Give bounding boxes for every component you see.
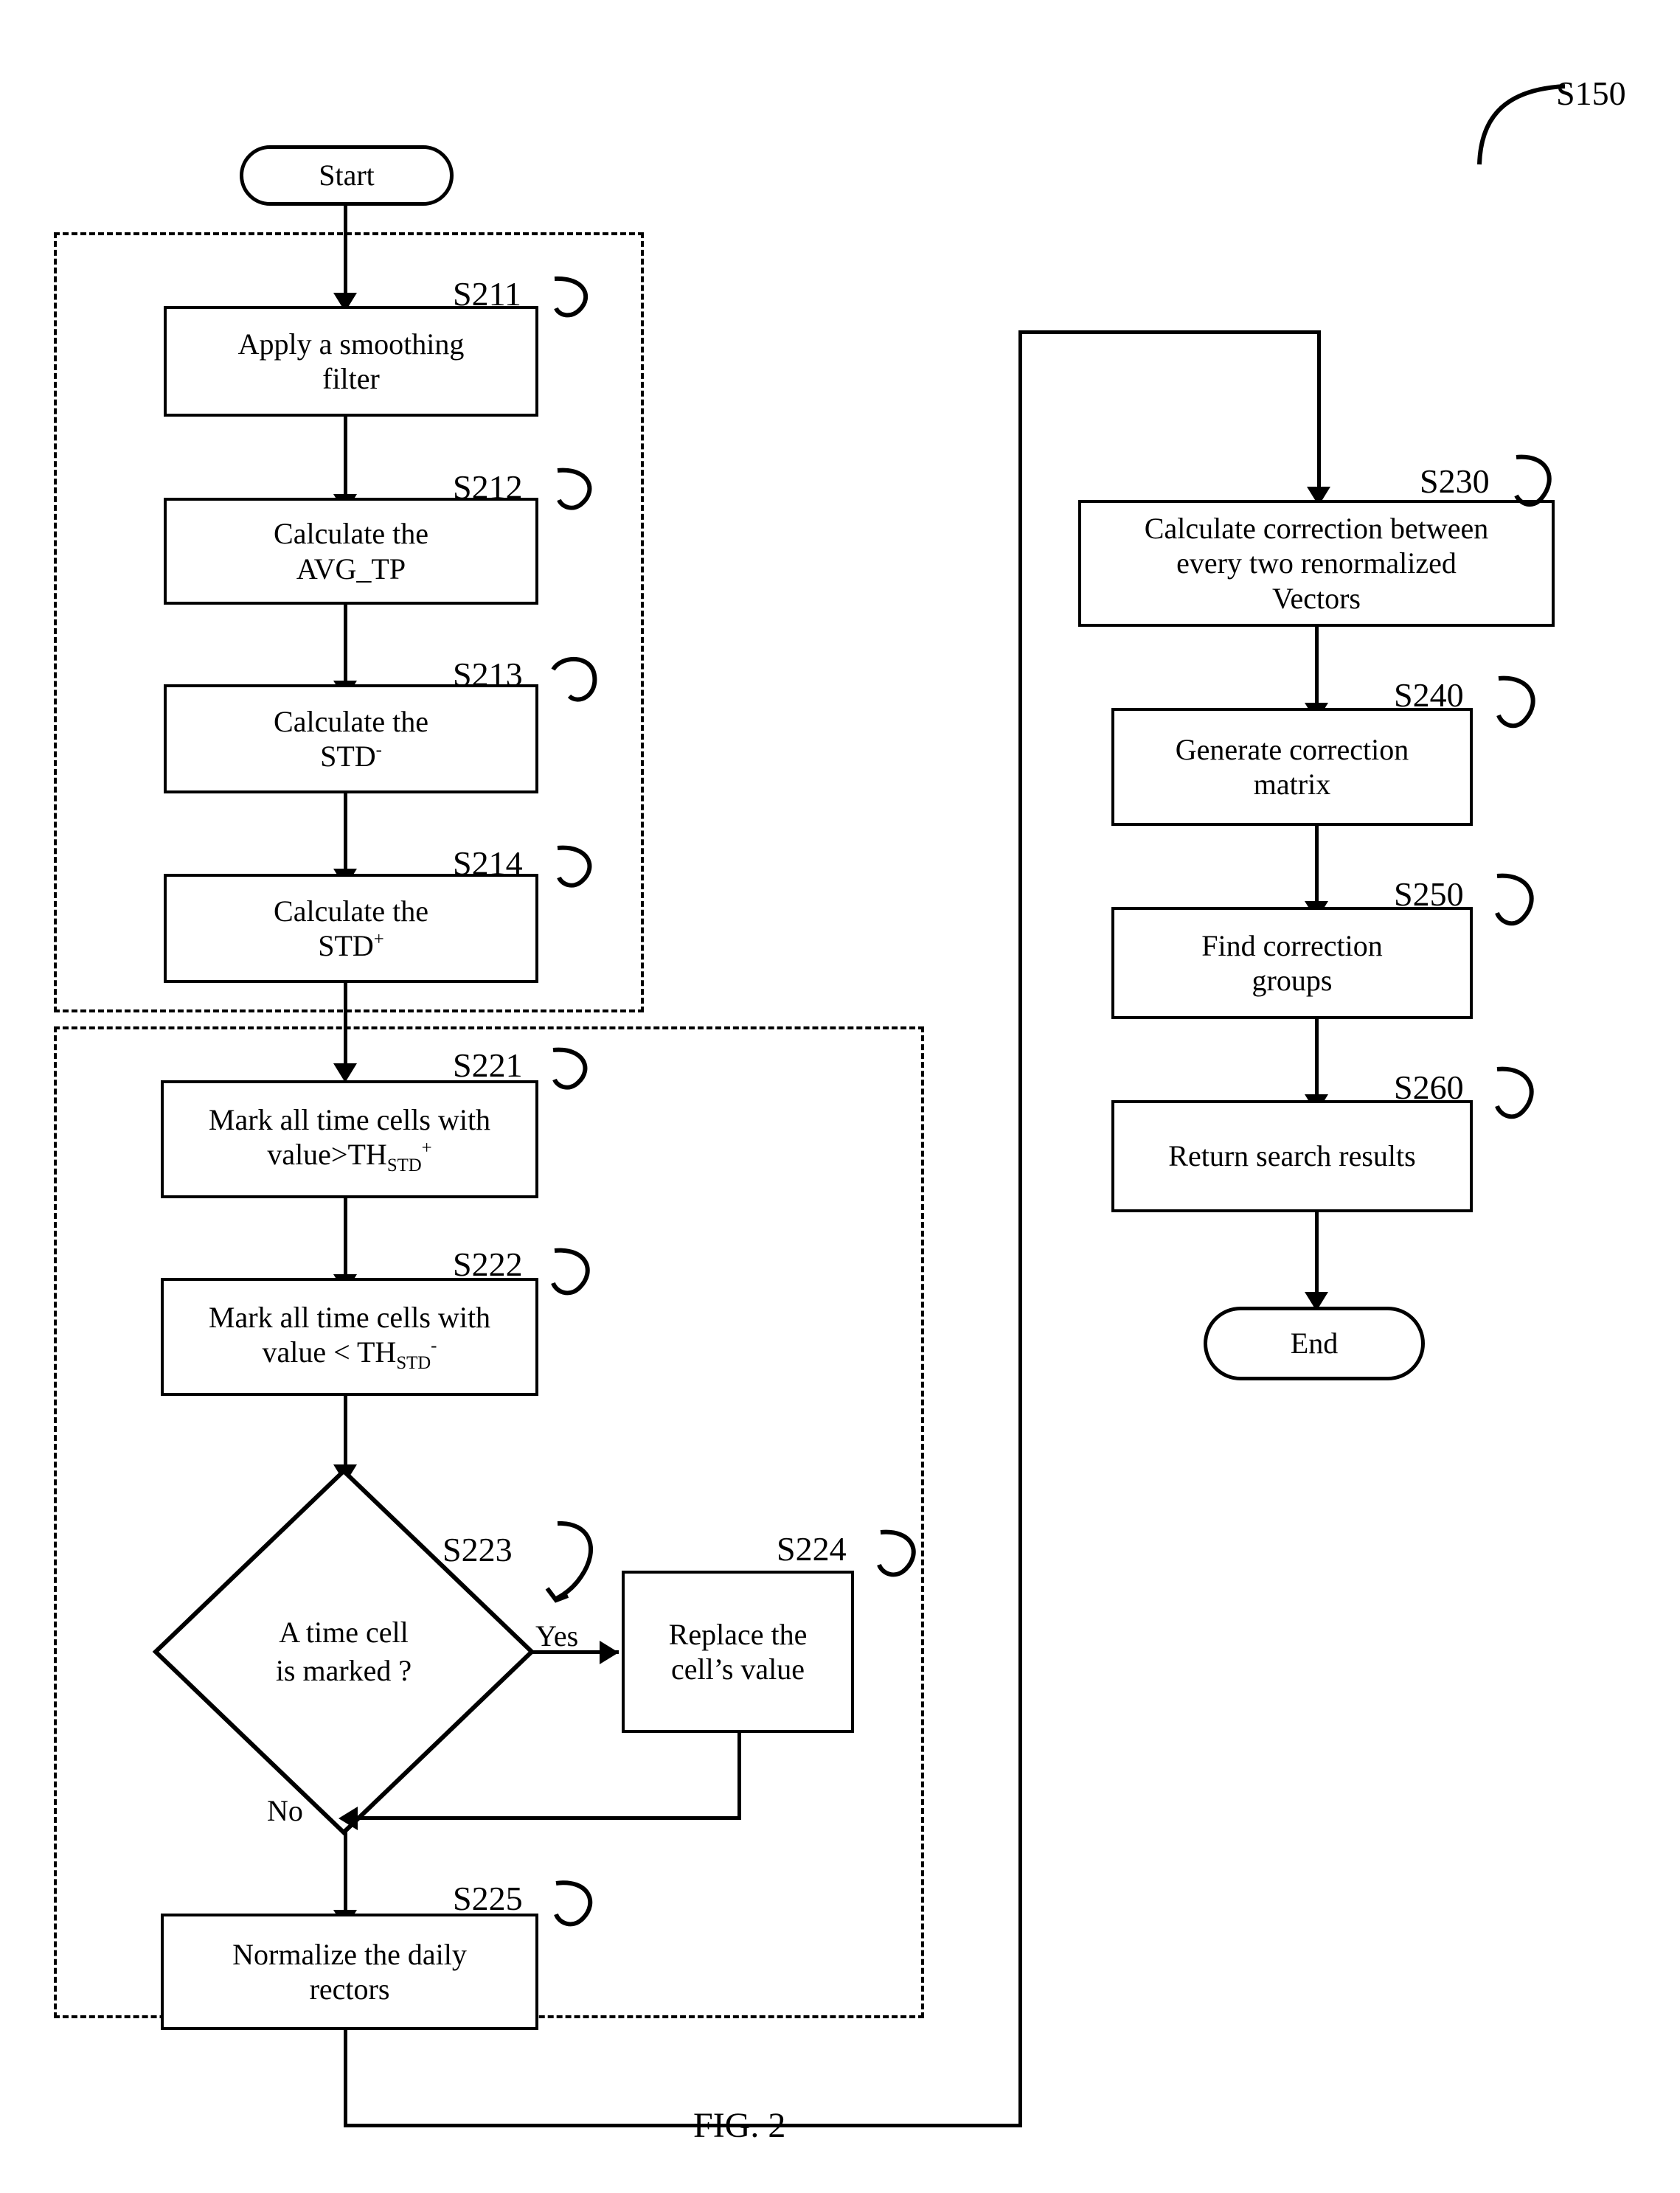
step-label-s213: S213 <box>453 656 523 693</box>
node-s221-sub: STD <box>386 1155 422 1175</box>
node-start-label: Start <box>319 159 375 192</box>
node-s221[interactable]: Mark all time cells with value>THSTD+ <box>161 1080 538 1198</box>
step-label-s214: S214 <box>453 844 523 882</box>
node-s211-label: Apply a smoothing filter <box>237 327 465 395</box>
node-s225-label: Normalize the daily rectors <box>232 1937 467 2006</box>
node-s223[interactable]: A time cell is marked ? <box>152 1467 535 1836</box>
node-s221-label: Mark all time cells with value>THSTD+ <box>208 1102 491 1175</box>
node-s224[interactable]: Replace the cell’s value <box>622 1571 854 1733</box>
s240-leader-hook <box>1496 675 1535 729</box>
node-end-label: End <box>1290 1327 1339 1360</box>
edge-s240-to-s250 <box>1315 826 1319 908</box>
figure-caption: FIG. 2 <box>693 2106 786 2145</box>
node-s230-label: Calculate correction between every two r… <box>1144 512 1489 615</box>
node-s222[interactable]: Mark all time cells with value < THSTD- <box>161 1278 538 1396</box>
node-s214[interactable]: Calculate the STD+ <box>164 874 538 983</box>
step-label-s230: S230 <box>1420 462 1490 500</box>
node-s211[interactable]: Apply a smoothing filter <box>164 306 538 417</box>
s225-leader-hook <box>554 1880 593 1927</box>
node-s260[interactable]: Return search results <box>1111 1100 1473 1212</box>
node-s214-label: Calculate the STD+ <box>274 894 428 962</box>
node-s250-label: Find correction groups <box>1201 928 1383 997</box>
step-label-s225: S225 <box>453 1880 523 1917</box>
loop-top-right <box>1018 330 1321 334</box>
node-s222-label: Mark all time cells with value < THSTD- <box>208 1300 491 1373</box>
step-label-s223: S223 <box>442 1531 513 1568</box>
loop-bottom-right <box>344 2124 1022 2127</box>
node-end[interactable]: End <box>1204 1307 1425 1380</box>
node-s250[interactable]: Find correction groups <box>1111 907 1473 1019</box>
edge-s260-to-end <box>1315 1212 1319 1298</box>
node-s213[interactable]: Calculate the STD- <box>164 684 538 793</box>
edge-start-to-s211 <box>344 206 347 300</box>
s214-leader-hook <box>557 845 592 888</box>
node-s224-label: Replace the cell’s value <box>668 1617 808 1686</box>
node-s222-sub: STD <box>396 1352 431 1373</box>
edge-s223-no-to-s225 <box>344 1829 347 1917</box>
loop-s225-down <box>344 2030 347 2127</box>
node-s230[interactable]: Calculate correction between every two r… <box>1078 500 1555 627</box>
s250-leader-hook <box>1495 873 1534 926</box>
node-start[interactable]: Start <box>240 145 454 206</box>
node-s240-label: Generate correction matrix <box>1175 732 1409 801</box>
s222-leader-hook <box>551 1248 590 1296</box>
step-label-s211: S211 <box>453 275 521 313</box>
edge-s222-to-s223 <box>344 1396 347 1470</box>
edge-s213-to-s214 <box>344 793 347 876</box>
node-s212-label: Calculate the AVG_TP <box>274 517 428 585</box>
step-label-s260: S260 <box>1394 1068 1464 1106</box>
loop-down-into-s230 <box>1317 330 1321 494</box>
figure-canvas: S150 Start Apply a smoothing filter S211… <box>0 0 1680 2193</box>
node-s221-sup: + <box>421 1138 432 1158</box>
node-s260-label: Return search results <box>1168 1139 1416 1173</box>
edge-s250-to-s260 <box>1315 1019 1319 1102</box>
s224-leader-hook <box>877 1529 916 1577</box>
step-label-s222: S222 <box>453 1245 523 1283</box>
step-label-s212: S212 <box>453 468 523 506</box>
edge-s212-to-s213 <box>344 605 347 687</box>
edge-s221-to-s222 <box>344 1198 347 1281</box>
node-s212[interactable]: Calculate the AVG_TP <box>164 498 538 605</box>
arrowhead-s224-return-to-main <box>339 1807 358 1830</box>
node-s214-sign: + <box>373 929 384 950</box>
s230-leader-hook <box>1514 454 1552 507</box>
overall-step-label-s150: S150 <box>1556 74 1626 112</box>
node-s225[interactable]: Normalize the daily rectors <box>161 1914 538 2030</box>
s212-leader-hook <box>557 468 592 510</box>
step-label-s240: S240 <box>1394 676 1464 714</box>
s260-leader-hook <box>1495 1066 1534 1119</box>
node-s222-sup: - <box>431 1335 437 1356</box>
node-s213-sign: - <box>375 740 382 760</box>
step-label-s221: S221 <box>453 1046 523 1084</box>
node-s240[interactable]: Generate correction matrix <box>1111 708 1473 826</box>
edge-label-no: No <box>267 1794 303 1827</box>
s211-leader-hook <box>554 276 589 318</box>
edge-s230-to-s240 <box>1315 627 1319 709</box>
node-s223-label: A time cell is marked ? <box>275 1616 412 1687</box>
s221-leader-hook <box>552 1047 588 1090</box>
loop-right-up <box>1018 330 1022 2127</box>
s213-leader-hook <box>551 657 597 702</box>
edge-label-yes: Yes <box>535 1619 579 1652</box>
s223-leader-hook <box>545 1520 594 1603</box>
step-label-s250: S250 <box>1394 875 1464 913</box>
arrowhead-s223-yes-to-s224 <box>600 1641 619 1664</box>
node-s213-label: Calculate the STD- <box>274 704 428 773</box>
edge-s224-return-down <box>737 1733 741 1820</box>
step-label-s224: S224 <box>777 1530 847 1568</box>
edge-s211-to-s212 <box>344 417 347 501</box>
edge-s214-to-s221 <box>344 983 347 1070</box>
edge-s224-return-left <box>358 1816 741 1820</box>
